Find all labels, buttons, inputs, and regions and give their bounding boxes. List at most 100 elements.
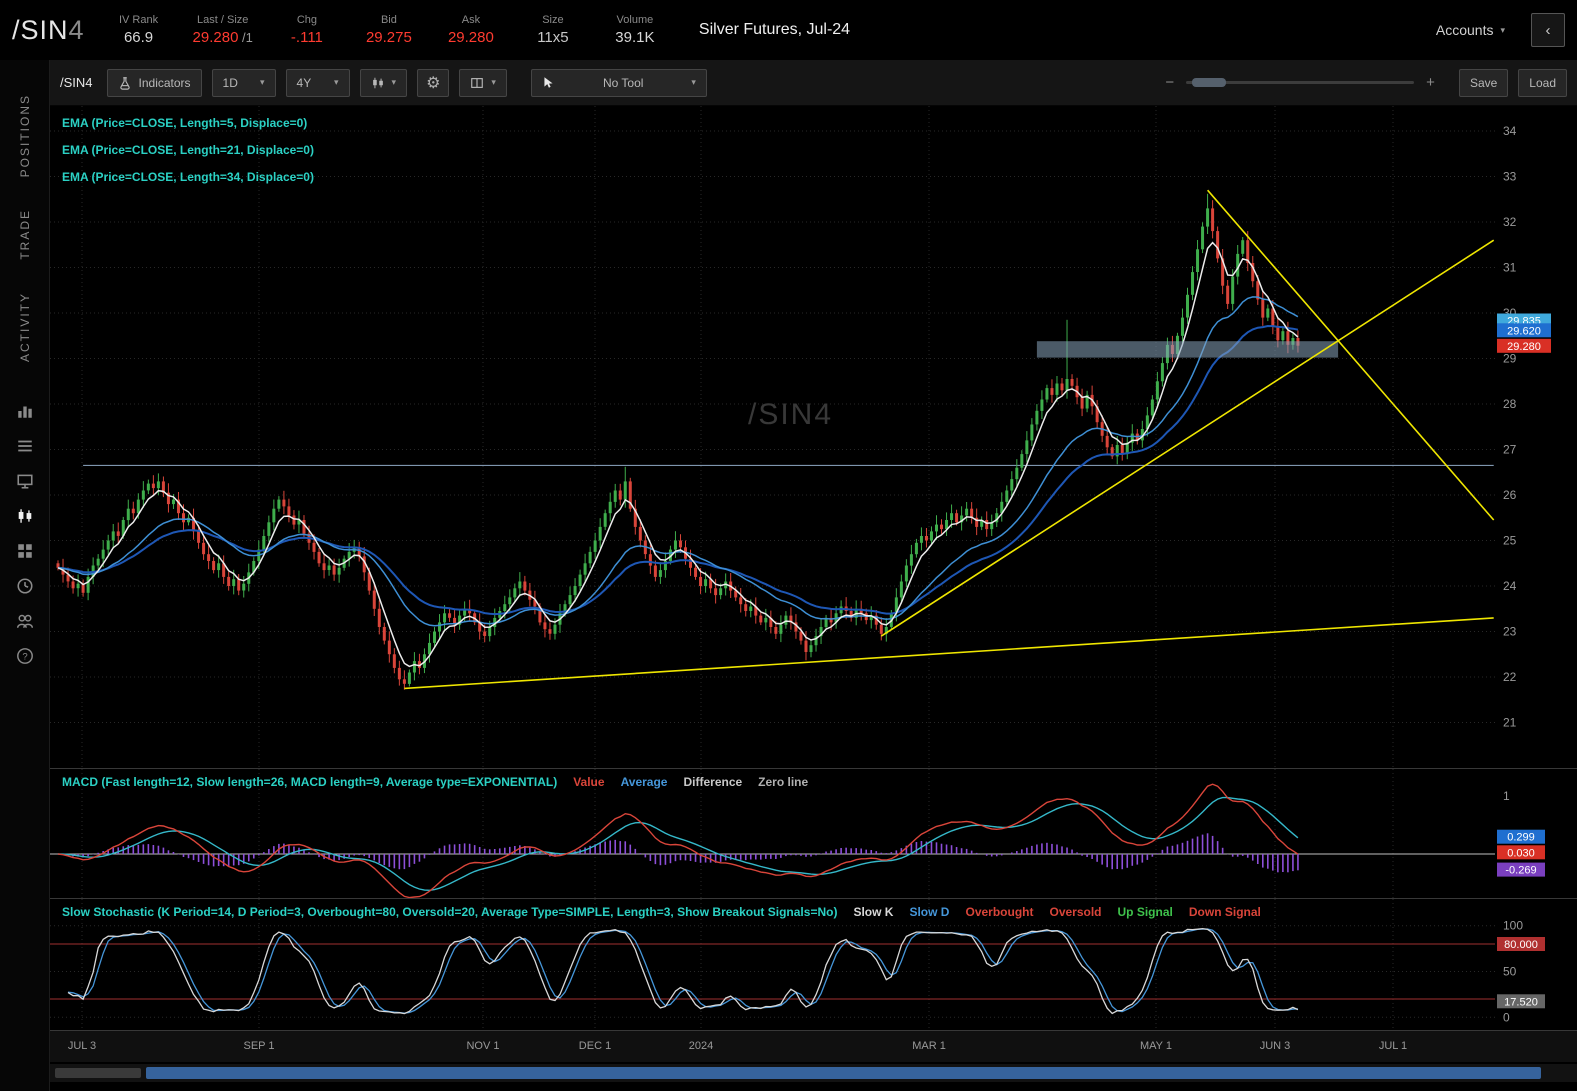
price-zone-rectangle[interactable]	[1036, 341, 1339, 358]
price-tick-label: 21	[1503, 716, 1517, 730]
panel-layout-icon	[471, 77, 484, 88]
load-button[interactable]: Load	[1518, 68, 1567, 97]
candle-body	[488, 627, 492, 637]
chart-icon[interactable]	[16, 507, 34, 525]
price-tick-label: 24	[1503, 579, 1517, 593]
indicators-button[interactable]: Indicators	[106, 68, 202, 97]
time-axis[interactable]: JUL 3 SEP 1 NOV 1 DEC 1 2024 MAR 1 MAY 1 JUN 3 J…	[50, 1030, 1577, 1062]
candle-body	[774, 627, 778, 634]
candle-body	[568, 595, 572, 605]
candle-body	[1201, 226, 1205, 250]
price-chart-canvas[interactable]: 343332313029282726252423222129.83529.620…	[50, 106, 1577, 768]
stoch-legend-slowk: Slow K	[853, 905, 894, 919]
candle-body	[623, 481, 627, 500]
macd-study-label: MACD (Fast length=12, Slow length=26, MA…	[62, 775, 558, 789]
time-axis-label: MAR 1	[912, 1040, 946, 1052]
scrollbar-left-segment[interactable]	[55, 1068, 141, 1078]
candle-body	[327, 565, 331, 570]
trendline[interactable]	[404, 617, 1494, 690]
candle-body	[402, 679, 406, 684]
collapse-panel-button[interactable]: ‹	[1531, 13, 1565, 47]
candle-body	[1055, 383, 1059, 395]
candle-body	[1231, 276, 1235, 304]
left-sidebar: POSITIONS TRADE ACTIVITY ?	[0, 60, 50, 1091]
candle-body	[1186, 294, 1189, 318]
chevron-down-icon: ▾	[391, 77, 397, 87]
zoom-in-button[interactable]: +	[1426, 74, 1435, 91]
macd-legend-difference: Difference	[683, 775, 743, 789]
chevron-down-icon: ▾	[691, 77, 696, 87]
zoom-out-button[interactable]: −	[1165, 74, 1174, 91]
candle-body	[603, 513, 607, 527]
help-icon[interactable]: ?	[16, 647, 34, 665]
zoom-slider[interactable]	[1186, 78, 1415, 87]
candle-body	[171, 499, 175, 505]
chart-style-dropdown[interactable]: ▾	[359, 68, 408, 97]
people-icon[interactable]	[16, 612, 34, 630]
candle-body	[699, 576, 703, 586]
candle-body	[779, 624, 783, 634]
candle-body	[1105, 435, 1109, 448]
candle-body	[337, 567, 341, 575]
macd-tick-label: 1	[1503, 789, 1510, 803]
candle-body	[804, 640, 808, 652]
candle-body	[608, 501, 612, 514]
stoch-tick-label: 50	[1503, 965, 1517, 979]
candle-body	[433, 631, 436, 643]
macd-axis-badge-text: 0.030	[1507, 847, 1535, 859]
sidebar-tab-activity[interactable]: ACTIVITY	[18, 276, 32, 378]
candle-body	[392, 654, 396, 668]
svg-text:?: ?	[22, 651, 27, 662]
price-chart-panel[interactable]: 34 33 32 31 30 29 28 27 26 25 24 23 22 21 29.835 29.620…	[50, 106, 1577, 768]
zoom-slider-thumb[interactable]	[1192, 78, 1227, 87]
candle-body	[232, 579, 236, 586]
candle-body	[919, 536, 923, 543]
candle-body	[1080, 397, 1084, 409]
price-tick-label: 29	[1503, 352, 1517, 366]
candle-body	[1266, 308, 1270, 318]
timeframe-dropdown[interactable]: 1D ▾	[211, 68, 276, 97]
candle-body	[573, 586, 577, 596]
time-scrollbar[interactable]	[50, 1064, 1577, 1082]
candle-body	[1160, 363, 1164, 382]
candle-body	[1150, 399, 1154, 416]
volume-field: Volume 39.1K	[615, 14, 655, 46]
candle-body	[387, 640, 391, 655]
chart-settings-button[interactable]: ⚙	[417, 68, 450, 97]
candle-body	[272, 508, 276, 523]
candle-body	[759, 615, 763, 623]
chevron-down-icon: ▾	[1500, 24, 1505, 35]
sidebar-tab-trade[interactable]: TRADE	[18, 193, 32, 276]
price-tick-label: 26	[1503, 488, 1517, 502]
drawing-tool-dropdown[interactable]: No Tool ▾	[530, 68, 707, 97]
stoch-axis-badge-text: 80.000	[1504, 939, 1538, 951]
stochastic-panel[interactable]: 100 50 0 80.000 17.520 Slow Stochastic (K Pe…	[50, 898, 1577, 1031]
candle-body	[965, 508, 969, 516]
candle-body	[879, 624, 883, 634]
toolbar-symbol-label[interactable]: /SIN4	[60, 75, 93, 90]
candle-body	[648, 554, 652, 566]
candle-body	[704, 579, 708, 586]
layout-dropdown[interactable]: ▾	[459, 68, 507, 97]
macd-average-line	[57, 796, 1299, 892]
scrollbar-thumb[interactable]	[146, 1067, 1541, 1079]
monitor-icon[interactable]	[16, 472, 34, 490]
save-button[interactable]: Save	[1458, 68, 1509, 97]
candle-body	[503, 604, 507, 611]
candle-body	[1120, 445, 1124, 455]
stoch-tick-label: 0	[1503, 1010, 1510, 1024]
candle-body	[407, 672, 411, 684]
grid-icon[interactable]	[16, 542, 34, 560]
list-icon[interactable]	[16, 437, 34, 455]
sidebar-tab-positions[interactable]: POSITIONS	[18, 78, 32, 193]
candle-body	[739, 597, 743, 605]
ask-field: Ask 29.280	[447, 14, 494, 46]
candle-body	[1226, 285, 1230, 304]
range-dropdown[interactable]: 4Y ▾	[285, 68, 350, 97]
ema-34-line[interactable]	[57, 324, 1299, 616]
candle-body	[212, 561, 216, 571]
macd-panel[interactable]: 100.2990.030-0.269 MACD (Fast length=12,…	[50, 768, 1577, 899]
clock-icon[interactable]	[16, 577, 34, 595]
accounts-dropdown[interactable]: Accounts ▾	[1436, 22, 1505, 38]
stats-icon[interactable]	[16, 402, 34, 420]
